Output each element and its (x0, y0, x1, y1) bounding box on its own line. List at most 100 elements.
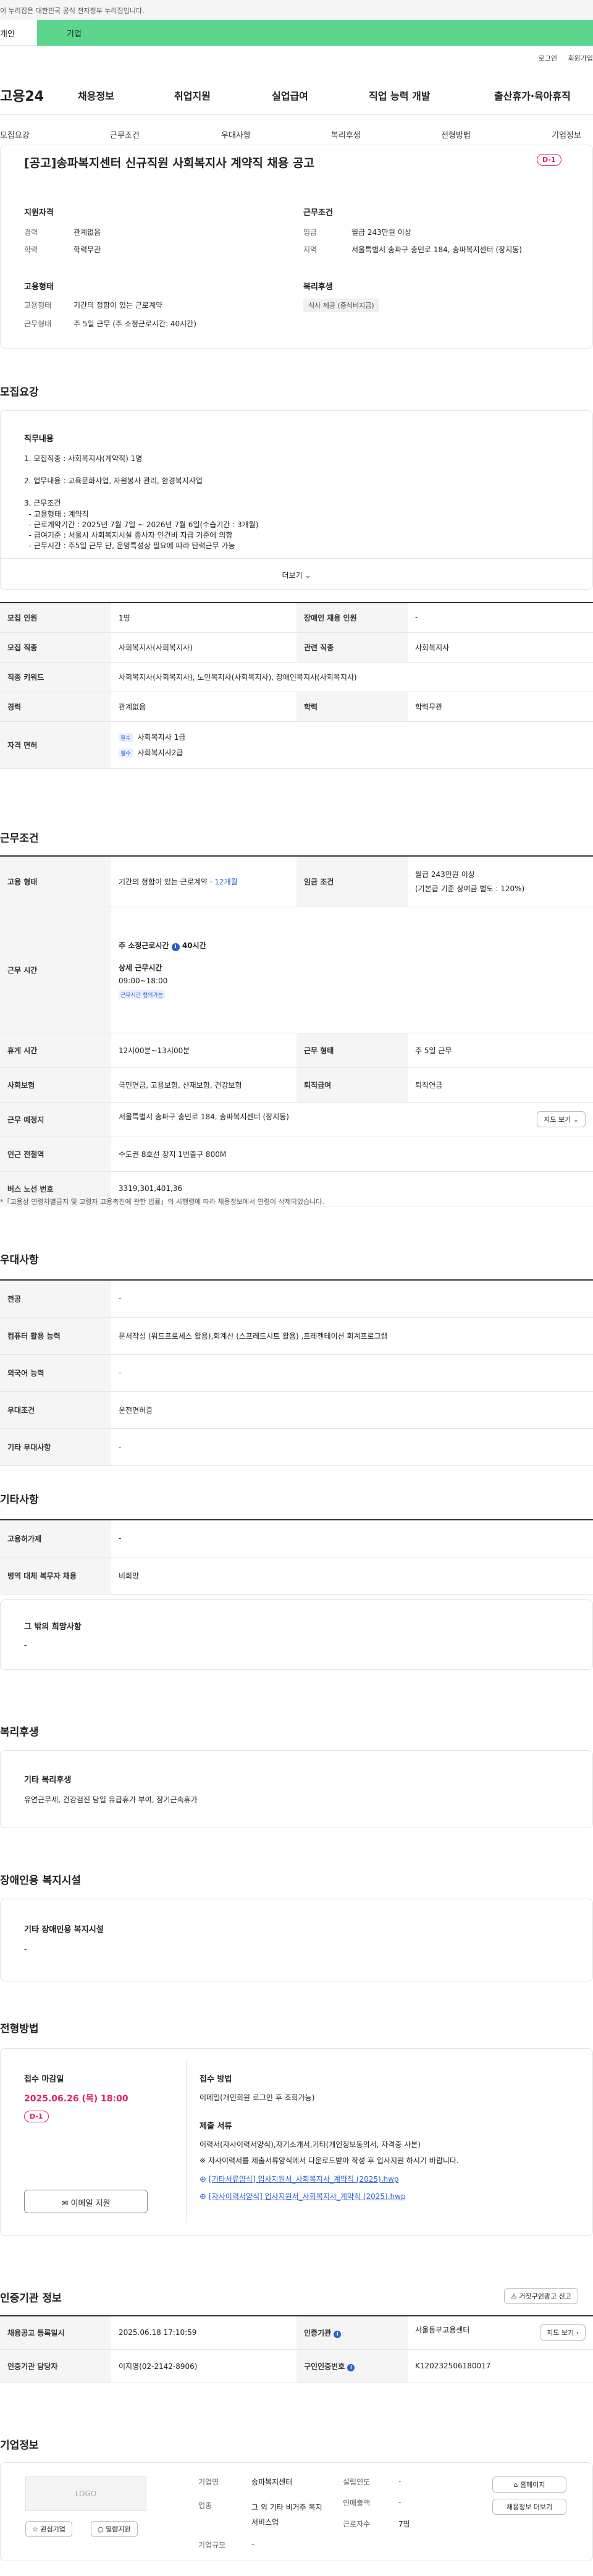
cell-label: 임금 조건 (296, 856, 408, 907)
conditions-heading: 근무조건 (0, 833, 39, 845)
file-link-1[interactable]: ⊕ [기타서류양식] 입사지원서_사회복지사_계약직 (2025).hwp (200, 2174, 399, 2184)
cell-value: 퇴직연금 (408, 1067, 593, 1103)
edu-label: 학력 (24, 245, 38, 254)
wish-card: 그 밖의 희망사항 - (0, 1599, 593, 1670)
cell-label: 병역 대체 복무자 채용 (0, 1557, 111, 1595)
emp-heading: 고용형태 (24, 282, 54, 292)
report-button[interactable]: ⚠ 거짓구인광고 신고 (504, 2288, 578, 2304)
cell-value: 주 5일 근무 (408, 1033, 593, 1068)
cell-label: 외국어 능력 (0, 1354, 111, 1392)
cell-label: 인근 전철역 (0, 1137, 111, 1172)
dday-badge: D-1 (24, 2111, 49, 2122)
tab-company[interactable]: 기업 (37, 20, 593, 46)
cell-value: 1명 (111, 603, 296, 633)
gnb-menu-jobs[interactable]: 채용정보 (78, 88, 114, 103)
cell-value: 월급 243만원 이상 (기본급 기준 상여금 별도 : 120%) (408, 856, 593, 907)
cell-value: 사회복지사 (408, 632, 593, 663)
table-row: 병역 대체 복무자 채용 비희망 (0, 1557, 593, 1595)
info-icon[interactable]: i (171, 943, 180, 951)
cell-value: - (111, 1354, 593, 1392)
chevron-down-icon: ⌄ (305, 571, 311, 580)
job-desc-line: - 고용형태 : 계약직 (24, 510, 89, 519)
job-desc-line: - 근로계약기간 : 2025년 7월 7일 ~ 2026년 7월 6일(수습기… (24, 520, 259, 529)
emp-type: 기간의 정함이 있는 근로계약 · (119, 877, 215, 886)
table-row: 우대조건 운전면허증 (0, 1391, 593, 1429)
recruit-table: 모집 인원 1명 장애인 채용 인원 - 모집 직종 사회복지사(사회복지사) … (0, 602, 593, 769)
table-row: 모집 인원 1명 장애인 채용 인원 - (0, 603, 593, 633)
table-row: 인증기관 담당자 이지영(02-2142-8906) 구인인증번호 i K120… (0, 2349, 593, 2383)
disabled-heading: 장애인용 복지시설 (0, 1875, 82, 1887)
required-badge: 필수 (119, 733, 133, 742)
company-logo: LOGO (25, 2476, 146, 2511)
cell-label: 근무 예정지 (0, 1102, 111, 1137)
gnb-menu-skills[interactable]: 직업 능력 개발 (369, 88, 430, 103)
table-row: 모집 직종 사회복지사(사회복지사) 관련 직종 사회복지사 (0, 632, 593, 663)
login-link[interactable]: 로그인 (539, 54, 557, 62)
pref-table: 전공 - 컴퓨터 활용 능력 문서작성 (워드프로세스 활용),회계산 (스프레드시… (0, 1279, 593, 1466)
table-row: 외국어 능력 - (0, 1354, 593, 1392)
welfare-chip: 식사 제공 (중식비지급) (303, 299, 379, 312)
email-apply-button[interactable]: ✉ 이메일 지원 (24, 2190, 148, 2213)
map-button[interactable]: 지도 보기 ⌄ (537, 1111, 586, 1127)
company-name-value: 송파복지센터 (251, 2478, 293, 2486)
disabled-card: 기타 장애인용 복지시설 - (0, 1899, 593, 1981)
disabled-card-heading: 기타 장애인용 복지시설 (24, 1925, 104, 1934)
tab-conditions[interactable]: 근무조건 (110, 129, 140, 140)
site-logo[interactable]: 고용24 (0, 85, 44, 105)
cert-map-button[interactable]: 지도 보기 › (540, 2324, 586, 2341)
method-value: 이메일(개인회원 로그인 후 조회가능) (200, 2093, 315, 2102)
gnb-menu-unemployment-benefit[interactable]: 실업급여 (272, 88, 308, 103)
cell-label: 고용 형태 (0, 856, 111, 907)
job-title: [공고]송파복지센터 신규직원 사회복지사 계약직 채용 공고 (24, 156, 314, 170)
welfare-card-heading: 기타 복리후생 (24, 1776, 72, 1785)
gnb-menu-parental-leave[interactable]: 출산휴가·육아휴직 (494, 88, 571, 103)
disabled-card-value: - (24, 1945, 27, 1954)
view-request-button[interactable]: ○ 열람지원 (91, 2521, 138, 2537)
gnb-menu-employment-support[interactable]: 취업지원 (174, 88, 211, 103)
job-desc-line: 2. 업무내용 : 교육문화사업, 자원봉사 관리, 환경복지사업 (24, 477, 203, 485)
home-icon: ⌂ (513, 2481, 518, 2489)
tab-welfare[interactable]: 복리후생 (331, 129, 361, 140)
table-row: 경력 관계없음 학력 학력무관 (0, 692, 593, 722)
qual-heading: 지원자격 (24, 208, 54, 218)
tab-process[interactable]: 전형방법 (441, 129, 471, 140)
cell-value: - (408, 603, 593, 633)
join-link[interactable]: 회원가입 (568, 54, 593, 62)
other-heading: 기타사항 (0, 1494, 39, 1506)
pay-label: 임금 (303, 228, 318, 237)
table-row: 자격 면허 필수 사회복지사 1급 필수 사회복지사2급 (0, 721, 593, 769)
cert-org: 서울동부고용센터 (415, 2326, 470, 2335)
tab-recruit[interactable]: 모집요강 (0, 129, 30, 140)
cell-label: 학력 (296, 692, 408, 722)
more-button[interactable]: 더보기 ⌄ (1, 558, 592, 589)
cell-label: 기타 우대사항 (0, 1428, 111, 1466)
file-link-2[interactable]: ⊕ [자사이력서양식] 입사지원서_사회복지사_계약직 (2025).hwp (200, 2191, 406, 2201)
info-icon[interactable]: i (334, 2330, 342, 2338)
welfare-heading: 복리후생 (303, 282, 333, 292)
table-row: 직종 키워드 사회복지사(사회복지사), 노인복지사(사회복지사), 장애인복지… (0, 662, 593, 692)
tab-company[interactable]: 기업정보 (552, 129, 581, 140)
info-icon[interactable]: i (347, 2363, 355, 2371)
favorite-company-button[interactable]: ☆ 관심기업 (25, 2521, 72, 2537)
flex-badge: 근무시간 협의가능 (119, 990, 586, 999)
other-table: 고용허가제 - 병역 대체 복무자 채용 비희망 (0, 1519, 593, 1595)
table-row: 사회보험 국민연금, 고용보험, 산재보험, 건강보험 퇴직급여 퇴직연금 (0, 1067, 593, 1103)
table-row: 휴게 시간 12시00분~13시00분 근무 형태 주 5일 근무 (0, 1033, 593, 1068)
cell-value: 2025.06.18 17:10:59 (111, 2316, 296, 2350)
cell-value: 기간의 정함이 있는 근로계약 · 12개월 (111, 856, 296, 907)
wish-value: - (24, 1641, 27, 1650)
cell-value: 사회복지사(사회복지사) (111, 632, 296, 663)
company-name-label: 기업명 (198, 2478, 219, 2486)
job-summary-card: [공고]송파복지센터 신규직원 사회복지사 계약직 채용 공고 D-1 지원자격… (0, 145, 593, 349)
required-badge: 필수 (119, 748, 133, 758)
cell-label: 고용허가제 (0, 1520, 111, 1557)
welfare-card-value: 유연근무제, 건강검진 당일 유급휴가 부여, 장기근속휴가 (24, 1795, 198, 1804)
homepage-button[interactable]: ⌂ 홈페이지 (492, 2476, 566, 2493)
job-desc-line: 3. 근무조건 (24, 499, 61, 507)
tab-personal[interactable]: 개인 (0, 20, 37, 46)
more-jobs-button[interactable]: 채용정보 더보기 (492, 2499, 566, 2515)
cell-value: 운전면허증 (111, 1391, 593, 1429)
email-apply-label: 이메일 지원 (70, 2199, 111, 2208)
tab-preferences[interactable]: 우대사항 (221, 129, 251, 140)
size-label: 기업규모 (198, 2541, 226, 2549)
